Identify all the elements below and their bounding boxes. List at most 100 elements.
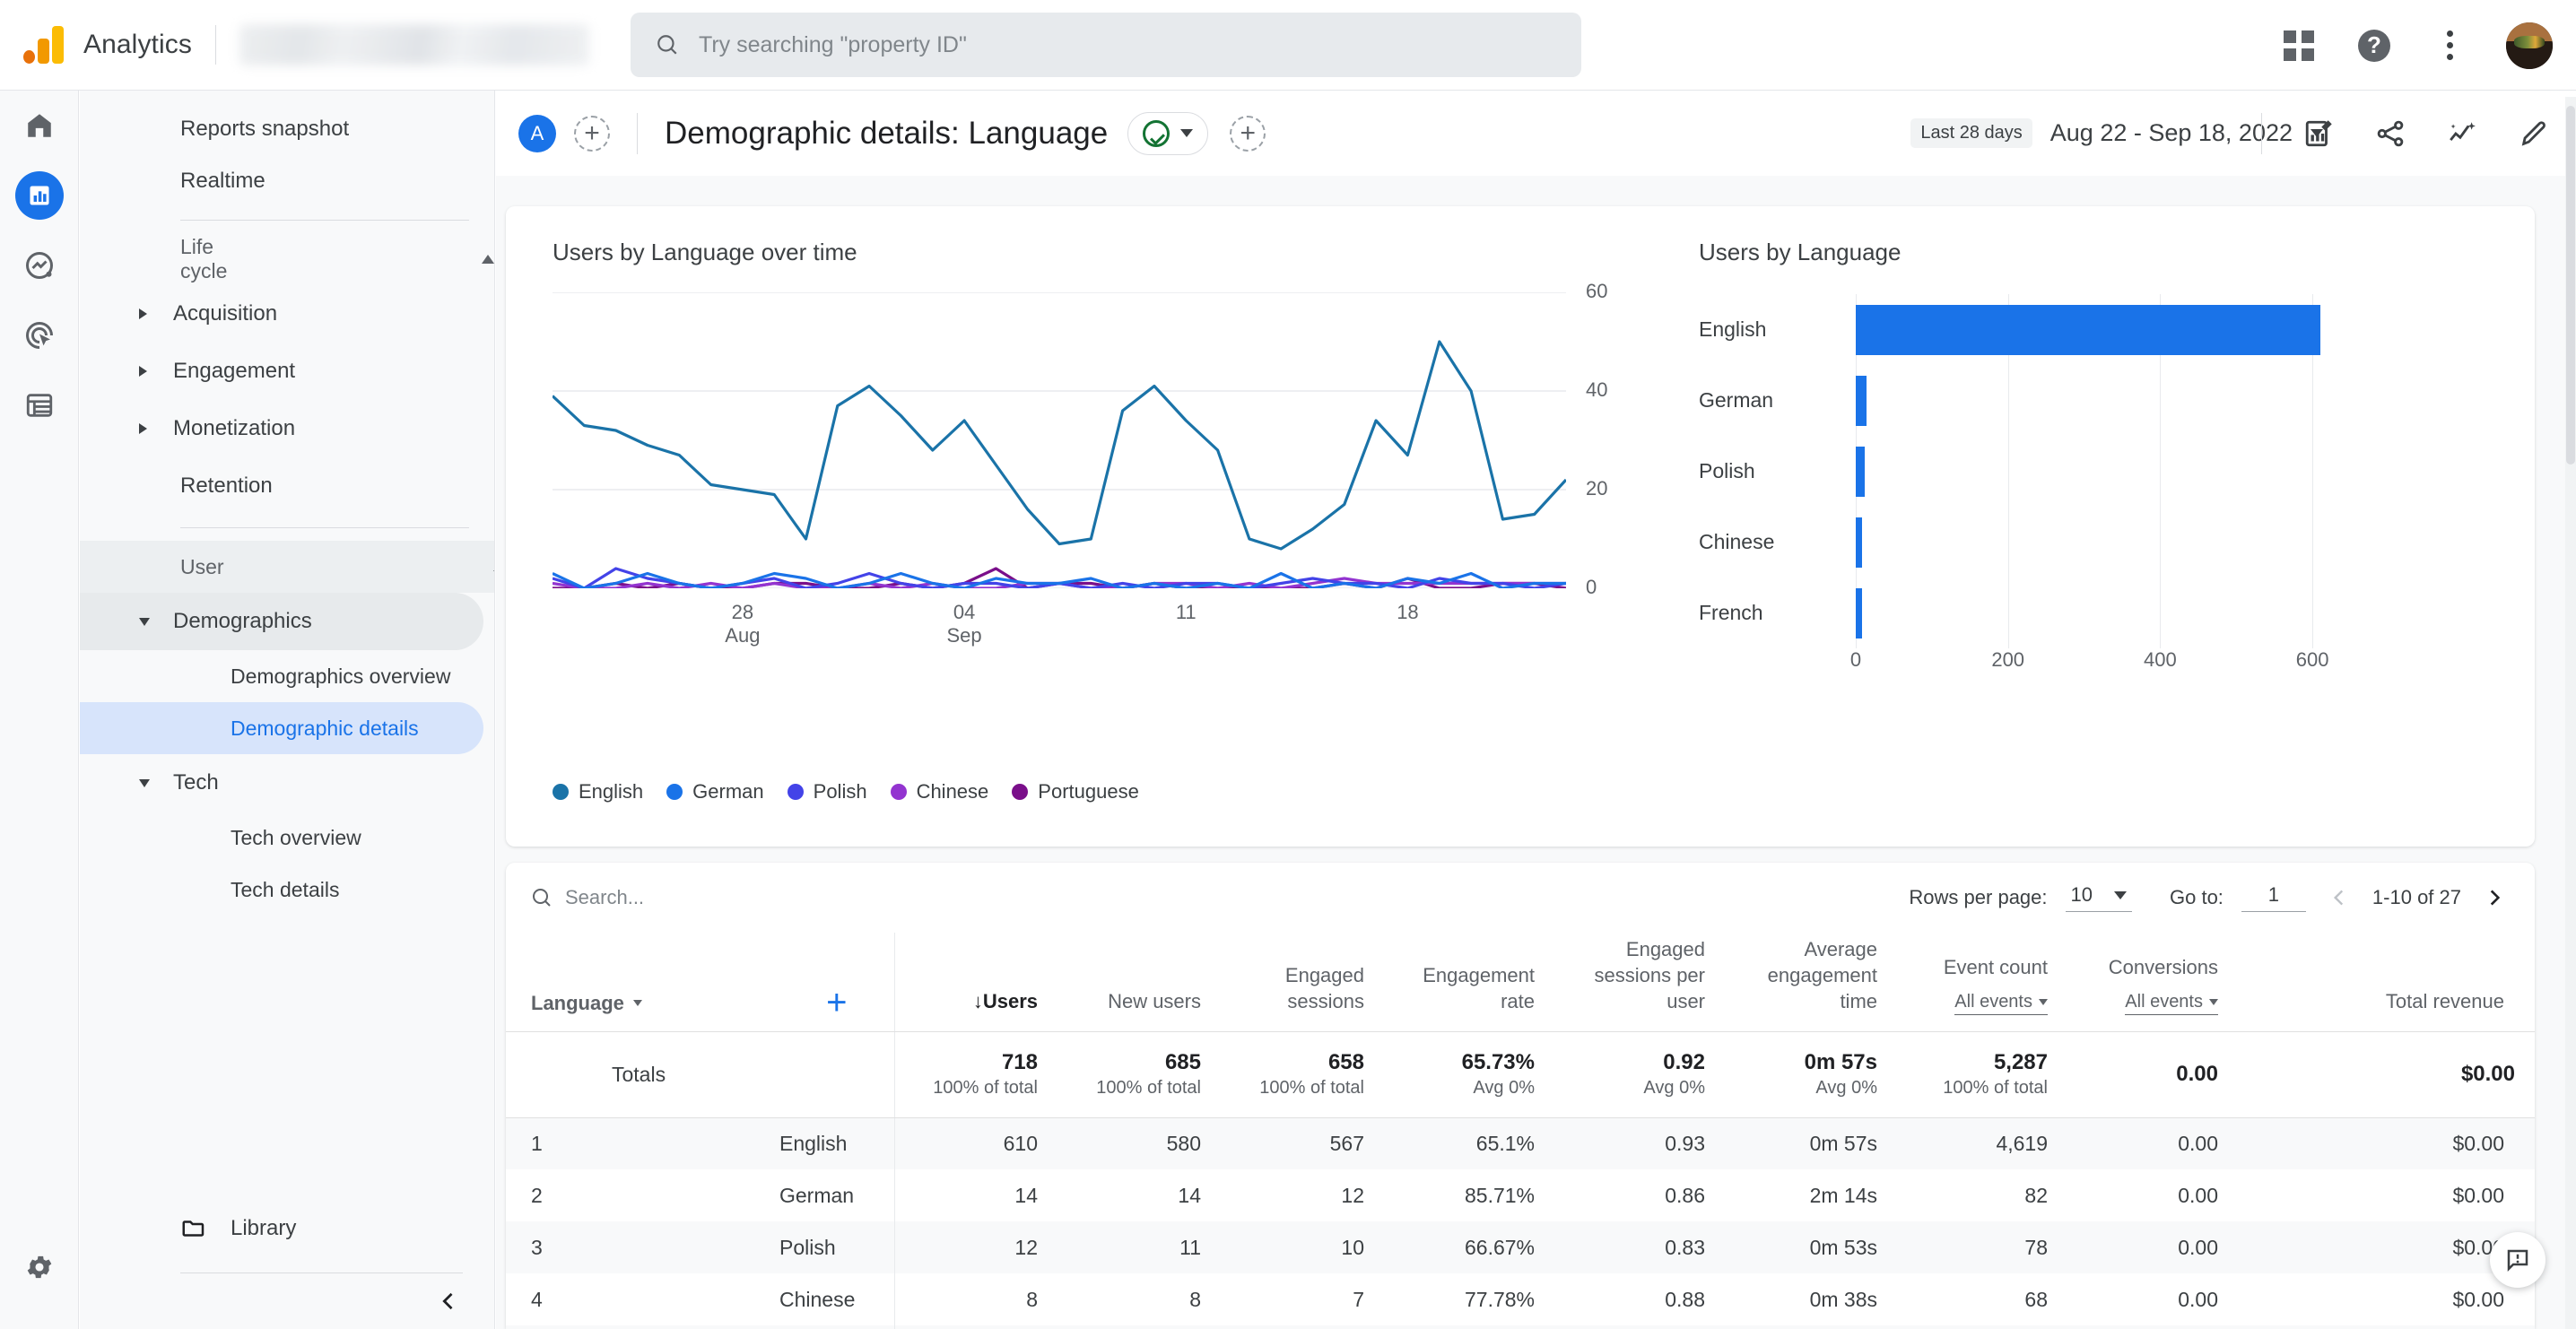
- comparison-chip[interactable]: A: [518, 115, 556, 152]
- search-placeholder: Try searching "property ID": [699, 32, 967, 58]
- sidebar-item-demographics-overview[interactable]: Demographics overview: [80, 650, 483, 702]
- apps-grid-icon[interactable]: [2280, 27, 2318, 65]
- table-row[interactable]: 3Polish12111066.67%0.830m 53s780.00$0.00: [506, 1221, 2535, 1273]
- table-row[interactable]: 2German14141285.71%0.862m 14s820.00$0.00: [506, 1169, 2535, 1221]
- legend-item[interactable]: Portuguese: [1012, 780, 1139, 803]
- chevron-down-icon: [139, 779, 150, 787]
- help-icon[interactable]: ?: [2355, 27, 2393, 65]
- share-icon[interactable]: [2371, 115, 2409, 152]
- legend-item[interactable]: Chinese: [891, 780, 989, 803]
- row-cell: 0.00: [2067, 1221, 2238, 1273]
- row-dimension-value[interactable]: French: [779, 1325, 894, 1329]
- configure-icon[interactable]: [0, 370, 79, 440]
- table-search-input[interactable]: Search...: [531, 886, 773, 909]
- sidebar-item-realtime[interactable]: Realtime: [80, 155, 483, 207]
- event-selector-label: All events: [1954, 990, 2032, 1013]
- sidebar-item-tech-overview[interactable]: Tech overview: [80, 812, 483, 864]
- sidebar-item-acquisition[interactable]: Acquisition: [80, 285, 483, 343]
- table-search-placeholder: Search...: [565, 886, 644, 909]
- legend-item[interactable]: Polish: [788, 780, 867, 803]
- conversions-event-selector[interactable]: All events: [2125, 990, 2218, 1014]
- explore-icon[interactable]: [0, 230, 79, 300]
- column-header-total-revenue[interactable]: Total revenue: [2238, 933, 2535, 1031]
- sidebar-item-tech[interactable]: Tech: [80, 754, 483, 812]
- sidebar-item-demographic-details[interactable]: Demographic details: [80, 702, 483, 754]
- nav-label: Demographics overview: [231, 664, 450, 689]
- event-count-event-selector[interactable]: All events: [1954, 990, 2048, 1014]
- admin-gear-icon[interactable]: [0, 1232, 79, 1302]
- sidebar-item-reports-snapshot[interactable]: Reports snapshot: [80, 103, 483, 155]
- nav-group-life-cycle[interactable]: Life cycle: [80, 233, 494, 285]
- dimension-dropdown[interactable]: Language: [531, 992, 642, 1015]
- sidebar-item-monetization[interactable]: Monetization: [80, 400, 483, 457]
- column-header-conversions[interactable]: Conversions All events: [2067, 933, 2238, 1031]
- edit-comparison-icon[interactable]: [2300, 115, 2337, 152]
- column-header-event-count[interactable]: Event count All events: [1897, 933, 2067, 1031]
- column-header-engaged-sessions-per-user[interactable]: Engaged sessions per user: [1554, 933, 1725, 1031]
- bar-chart-row[interactable]: German: [1699, 365, 2488, 436]
- chevron-down-icon: [2209, 999, 2218, 1005]
- sidebar-item-reports[interactable]: [0, 161, 79, 230]
- add-dimension-cell: +: [779, 933, 894, 1031]
- property-selector-blurred[interactable]: [239, 24, 589, 65]
- folder-icon: [180, 1215, 207, 1242]
- advertising-icon[interactable]: [0, 300, 79, 370]
- bar-category-label: French: [1699, 601, 1856, 625]
- column-header-engaged-sessions[interactable]: Engaged sessions: [1221, 933, 1384, 1031]
- table-row[interactable]: 4Chinese88777.78%0.880m 38s680.00$0.00: [506, 1273, 2535, 1325]
- analytics-logo-icon[interactable]: [23, 26, 64, 64]
- column-header-average-engagement-time[interactable]: Average engagement time: [1725, 933, 1897, 1031]
- add-comparison-button[interactable]: +: [574, 116, 610, 152]
- bar-chart-row[interactable]: French: [1699, 578, 2488, 648]
- sidebar-item-tech-details[interactable]: Tech details: [80, 864, 483, 916]
- sidebar-item-retention[interactable]: Retention: [80, 457, 483, 515]
- row-dimension-value[interactable]: English: [779, 1117, 894, 1169]
- add-filter-button[interactable]: +: [1230, 116, 1266, 152]
- previous-page-button[interactable]: [2324, 882, 2354, 913]
- pagination-range: 1-10 of 27: [2372, 886, 2461, 909]
- chevron-right-icon: [139, 423, 147, 434]
- legend-item[interactable]: German: [666, 780, 763, 803]
- table-row[interactable]: 5French87666.67%0.750m 43s400.00$0.00: [506, 1325, 2535, 1329]
- column-header-users[interactable]: ↓Users: [894, 933, 1057, 1031]
- row-dimension-value[interactable]: German: [779, 1169, 894, 1221]
- column-header-new-users[interactable]: New users: [1057, 933, 1221, 1031]
- send-feedback-button[interactable]: [2490, 1232, 2546, 1288]
- legend-label: German: [692, 780, 763, 803]
- data-quality-dropdown[interactable]: [1127, 112, 1208, 155]
- table-row[interactable]: 1English61058056765.1%0.930m 57s4,6190.0…: [506, 1117, 2535, 1169]
- bar-chart-row[interactable]: Chinese: [1699, 507, 2488, 578]
- page-scrollbar-thumb[interactable]: [2566, 106, 2575, 465]
- collapse-nav-button[interactable]: [428, 1281, 469, 1322]
- row-dimension-value[interactable]: Chinese: [779, 1273, 894, 1325]
- bar[interactable]: [1856, 376, 1867, 426]
- more-options-icon[interactable]: [2431, 27, 2468, 65]
- next-page-button[interactable]: [2479, 882, 2510, 913]
- home-icon[interactable]: [0, 91, 79, 161]
- bar-track: [1856, 578, 2358, 648]
- nav-group-user[interactable]: User: [80, 541, 494, 593]
- customize-icon[interactable]: [2515, 115, 2553, 152]
- sidebar-item-engagement[interactable]: Engagement: [80, 343, 483, 400]
- line-chart-plot: [553, 292, 1566, 588]
- insights-icon[interactable]: [2443, 115, 2481, 152]
- global-search-bar[interactable]: Try searching "property ID": [631, 13, 1581, 77]
- goto-page-input[interactable]: 1: [2241, 883, 2306, 912]
- row-dimension-value[interactable]: Polish: [779, 1221, 894, 1273]
- rows-per-page-select[interactable]: 10: [2066, 883, 2132, 912]
- column-header-engagement-rate[interactable]: Engagement rate: [1384, 933, 1554, 1031]
- bar[interactable]: [1856, 305, 2320, 355]
- bar-chart-row[interactable]: Polish: [1699, 436, 2488, 507]
- row-cell: 0m 57s: [1725, 1117, 1897, 1169]
- bar-chart-row[interactable]: English: [1699, 294, 2488, 365]
- sidebar-item-library[interactable]: Library: [80, 1203, 484, 1254]
- bar[interactable]: [1856, 517, 1862, 568]
- sidebar-item-demographics[interactable]: Demographics: [80, 593, 483, 650]
- bar[interactable]: [1856, 588, 1862, 638]
- add-dimension-button[interactable]: +: [826, 983, 847, 1022]
- column-label: Conversions: [2076, 954, 2218, 980]
- user-avatar[interactable]: [2506, 22, 2553, 69]
- reports-icon: [15, 171, 64, 220]
- legend-item[interactable]: English: [553, 780, 643, 803]
- bar[interactable]: [1856, 447, 1865, 497]
